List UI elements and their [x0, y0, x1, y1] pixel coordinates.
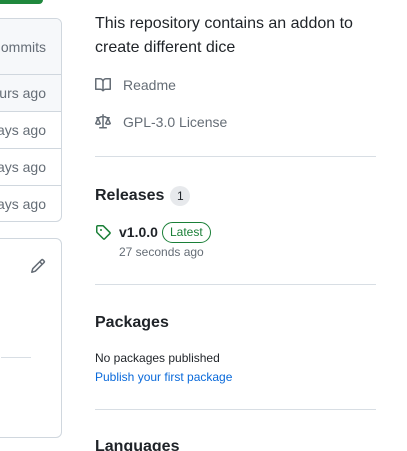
no-packages-text: No packages published: [95, 351, 220, 365]
file-row[interactable]: ays ago: [0, 185, 61, 221]
about-description: This repository contains an addon to cre…: [95, 15, 353, 56]
file-row-time: ays ago: [0, 196, 46, 212]
file-list-box: ommits urs ago ays ago ays ago ays ago: [0, 18, 62, 222]
readme-divider: [1, 357, 31, 358]
sidebar-divider: [95, 284, 376, 285]
commits-link[interactable]: ommits: [0, 19, 61, 74]
law-icon: [95, 114, 111, 129]
file-row[interactable]: ays ago: [0, 111, 61, 148]
publish-package-link[interactable]: Publish your first package: [95, 370, 232, 384]
sidebar-divider: [95, 156, 376, 157]
code-button-edge[interactable]: [0, 0, 43, 4]
commits-link-label[interactable]: ommits: [1, 39, 46, 55]
file-row[interactable]: ays ago: [0, 148, 61, 185]
book-icon: [95, 77, 111, 92]
languages-heading: Languages: [95, 438, 179, 451]
license-link[interactable]: GPL-3.0 License: [95, 114, 227, 130]
releases-count-badge: 1: [170, 186, 191, 206]
release-name[interactable]: v1.0.0: [119, 224, 158, 240]
releases-heading[interactable]: Releases 1: [95, 186, 191, 206]
license-link-label[interactable]: GPL-3.0 License: [123, 114, 227, 130]
releases-title[interactable]: Releases: [95, 187, 164, 205]
file-row-time: urs ago: [0, 85, 46, 101]
sidebar-divider: [95, 409, 376, 410]
latest-badge: Latest: [162, 222, 211, 243]
main-column: ommits urs ago ays ago ays ago ays ago: [0, 0, 63, 451]
pencil-icon[interactable]: [30, 258, 46, 274]
packages-title[interactable]: Packages: [95, 314, 169, 331]
packages-heading[interactable]: Packages: [95, 314, 169, 332]
readme-link-label[interactable]: Readme: [123, 77, 176, 93]
page: ommits urs ago ays ago ays ago ays ago T…: [0, 0, 407, 451]
languages-title: Languages: [95, 438, 180, 451]
release-time: 27 seconds ago: [119, 245, 204, 259]
file-row-time: ays ago: [0, 159, 46, 175]
tag-icon: [96, 225, 111, 240]
file-row-time: ays ago: [0, 122, 46, 138]
readme-link[interactable]: Readme: [95, 77, 176, 93]
readme-box: [0, 238, 62, 438]
file-row[interactable]: urs ago: [0, 74, 61, 111]
